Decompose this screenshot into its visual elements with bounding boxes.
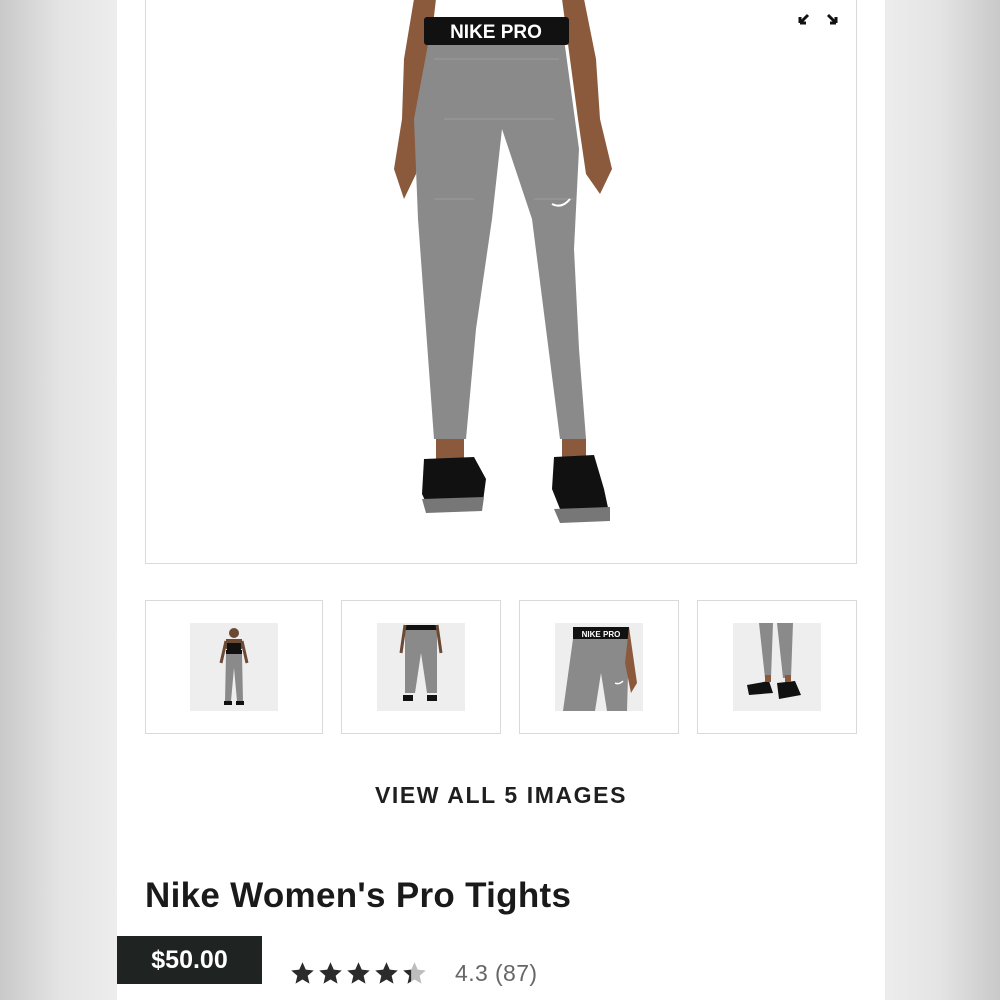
thumbnail-strip: NIKE PRO <box>145 600 857 734</box>
main-product-image[interactable]: NIKE PRO <box>145 0 857 564</box>
rating-stars <box>289 960 429 987</box>
thumbnail-image <box>733 623 821 711</box>
thumbnail-image: NIKE PRO <box>555 623 643 711</box>
thumbnail-1[interactable] <box>145 600 323 734</box>
thumbnail-image <box>190 623 278 711</box>
product-title: Nike Women's Pro Tights <box>145 876 572 915</box>
view-all-images-link[interactable]: VIEW ALL 5 IMAGES <box>117 782 885 809</box>
tights-model-figure: NIKE PRO <box>394 0 612 523</box>
waistband-text: NIKE PRO <box>450 22 542 43</box>
thumbnail-3[interactable]: NIKE PRO <box>519 600 679 734</box>
product-page: NIKE PRO NIKE PRO VIEW ALL 5 IMAGES Nike… <box>117 0 885 1000</box>
review-count: (87) <box>494 960 538 986</box>
star-icon <box>375 962 398 984</box>
price-badge: $50.00 <box>117 936 262 984</box>
rating-value: 4.3 (87) <box>455 960 538 986</box>
expand-icon[interactable] <box>798 5 838 25</box>
product-rating[interactable]: 4.3 (87) <box>289 960 538 987</box>
star-icon <box>319 962 342 984</box>
partial-star-icon <box>403 962 426 984</box>
svg-text:NIKE PRO: NIKE PRO <box>582 630 621 639</box>
star-icon <box>347 962 370 984</box>
thumbnail-image <box>377 623 465 711</box>
star-icon <box>291 962 314 984</box>
thumbnail-4[interactable] <box>697 600 857 734</box>
thumbnail-2[interactable] <box>341 600 501 734</box>
